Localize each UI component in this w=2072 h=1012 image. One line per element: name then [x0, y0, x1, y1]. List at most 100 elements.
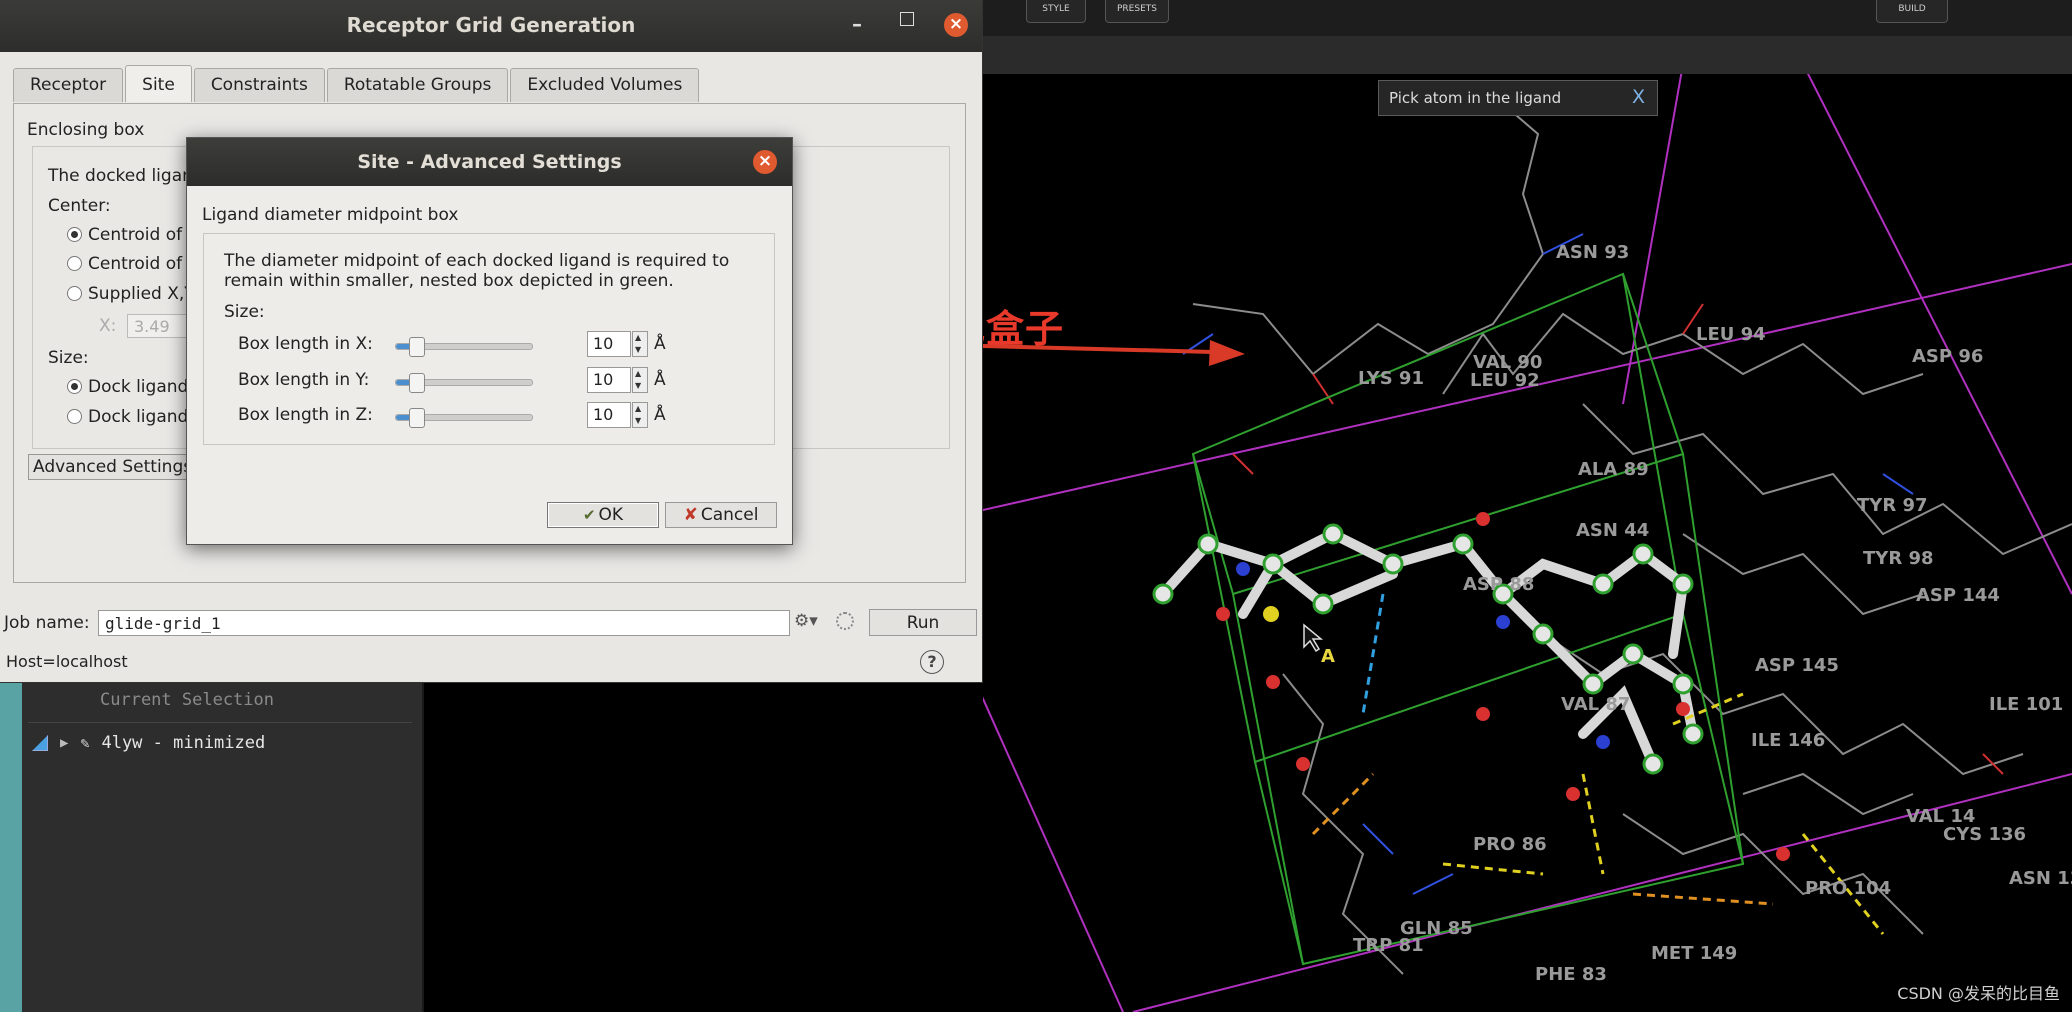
residue-label: LEU 94 [1696, 324, 1766, 345]
unit-label: Å [654, 370, 666, 390]
residue-label: MET 149 [1651, 943, 1737, 964]
box-y-label: Box length in Y: [238, 370, 370, 390]
size-radio-2[interactable] [67, 409, 82, 424]
ribbon-build-button[interactable]: BUILD [1876, 0, 1948, 23]
residue-label: CYS 136 [1943, 824, 2026, 845]
entry-name: 4lyw - minimized [101, 733, 266, 753]
ribbon-presets-button[interactable]: PRESETS [1105, 0, 1169, 23]
molecule-icon: ✎ [80, 734, 90, 752]
box-x-label: Box length in X: [238, 334, 373, 354]
center-radio-3[interactable] [67, 286, 82, 301]
workspace-viewer[interactable]: ASN 93 LEU 94 ASP 96 LYS 91 VAL 90 LEU 9… [983, 74, 2072, 1012]
residue-label: ASP 96 [1912, 346, 1983, 367]
size-radio-1[interactable] [67, 379, 82, 394]
center-option-label: Centroid of [88, 225, 183, 245]
box-z-stepper[interactable]: ▲ ▼ [632, 402, 648, 428]
stepper-up-icon[interactable]: ▲ [635, 369, 641, 378]
enclosing-box-label: Enclosing box [27, 120, 145, 140]
box-y-stepper[interactable]: ▲ ▼ [632, 367, 648, 393]
slider-handle[interactable] [409, 337, 426, 357]
cancel-label: Cancel [700, 505, 759, 525]
entry-row[interactable]: ▶ ✎ 4lyw - minimized [32, 732, 265, 754]
close-icon[interactable]: × [944, 13, 968, 37]
job-name-label: Job name: [4, 613, 90, 633]
slider-row-y: Box length in Y: 10 ▲ ▼ Å [238, 367, 778, 395]
slider-handle[interactable] [409, 373, 426, 393]
residue-label: TYR 98 [1863, 548, 1934, 569]
tab-constraints[interactable]: Constraints [193, 68, 325, 102]
box-y-field[interactable]: 10 [587, 367, 631, 393]
size-label: Size: [48, 348, 89, 368]
box-x-field[interactable]: 10 [587, 331, 631, 357]
ok-button[interactable]: ✔ OK [547, 502, 659, 528]
tab-excluded-volumes[interactable]: Excluded Volumes [510, 68, 700, 102]
dialog-close-icon[interactable]: × [753, 150, 777, 174]
divider [28, 722, 412, 723]
entry-include-checkbox[interactable] [32, 735, 48, 751]
slider-row-z: Box length in Z: 10 ▲ ▼ Å [238, 402, 778, 430]
x-field[interactable]: 3.49 [127, 314, 187, 338]
residue-label: ASN 44 [1576, 520, 1649, 541]
maestro-toolbar [983, 36, 2072, 75]
project-table-panel [22, 676, 424, 1012]
stepper-down-icon[interactable]: ▼ [635, 345, 641, 354]
tab-rotatable-groups[interactable]: Rotatable Groups [326, 68, 509, 102]
description-text: The diameter midpoint of each docked lig… [224, 251, 730, 291]
residue-label: ASN 93 [1556, 242, 1629, 263]
box-x-stepper[interactable]: ▲ ▼ [632, 331, 648, 357]
tab-bar: Receptor Site Constraints Rotatable Grou… [13, 65, 701, 103]
x-icon: ✘ [683, 505, 698, 525]
expand-arrow-icon[interactable]: ▶ [60, 735, 68, 751]
stepper-up-icon[interactable]: ▲ [635, 333, 641, 342]
docked-ligand-text: The docked ligand [48, 166, 204, 186]
ribbon-style-button[interactable]: STYLE [1026, 0, 1086, 23]
help-button[interactable]: ? [920, 650, 944, 674]
cancel-button[interactable]: ✘ Cancel [665, 502, 777, 528]
minimize-icon[interactable]: – [852, 12, 862, 36]
unit-label: Å [654, 334, 666, 354]
box-y-slider[interactable] [395, 373, 533, 393]
residue-label: ASP 88 [1463, 574, 1534, 595]
window-titlebar[interactable]: Receptor Grid Generation – × [0, 0, 982, 52]
center-radio-2[interactable] [67, 256, 82, 271]
residue-label: ILE 101 [1989, 694, 2063, 715]
mouse-cursor-icon [1303, 623, 1324, 653]
atom-label: A [1321, 646, 1335, 667]
pick-close-button[interactable]: X [1632, 86, 1645, 108]
box-z-label: Box length in Z: [238, 405, 373, 425]
center-radio-1[interactable] [67, 227, 82, 242]
advanced-settings-dialog: Site - Advanced Settings × Ligand diamet… [186, 137, 793, 545]
stepper-down-icon[interactable]: ▼ [635, 416, 641, 425]
box-x-slider[interactable] [395, 337, 533, 357]
box-z-slider[interactable] [395, 408, 533, 428]
run-button[interactable]: Run [869, 609, 977, 636]
residue-label: ALA 89 [1578, 459, 1649, 480]
size-option-label: Dock ligand [88, 377, 189, 397]
x-label: X: [99, 316, 117, 336]
slider-handle[interactable] [409, 408, 426, 428]
tab-receptor[interactable]: Receptor [13, 68, 124, 102]
current-selection-label: Current Selection [100, 690, 274, 710]
stepper-down-icon[interactable]: ▼ [635, 381, 641, 390]
watermark: CSDN @发呆的比目鱼 [1897, 984, 2060, 1003]
residue-label: TRP 81 [1353, 935, 1424, 956]
maximize-icon[interactable] [900, 12, 914, 26]
job-name-field[interactable]: glide-grid_1 [98, 610, 790, 636]
residue-label: ILE 146 [1751, 730, 1825, 751]
progress-spinner-icon [836, 612, 854, 630]
size-option-label: Dock ligand [88, 407, 189, 427]
residue-label: VAL 87 [1561, 694, 1630, 715]
size-label: Size: [224, 302, 265, 322]
residue-label: PRO 86 [1473, 834, 1547, 855]
residue-label: ASN 13 [2009, 868, 2072, 889]
advanced-settings-button[interactable]: Advanced Settings [28, 454, 198, 480]
gear-icon[interactable]: ⚙▾ [794, 611, 818, 631]
stepper-up-icon[interactable]: ▲ [635, 404, 641, 413]
dialog-titlebar[interactable]: Site - Advanced Settings × [187, 138, 792, 186]
tab-site[interactable]: Site [125, 65, 192, 102]
box-z-field[interactable]: 10 [587, 402, 631, 428]
center-option-label: Centroid of [88, 254, 183, 274]
group-label: Ligand diameter midpoint box [202, 205, 459, 225]
slider-row-x: Box length in X: 10 ▲ ▼ Å [238, 331, 778, 359]
center-label: Center: [48, 196, 111, 216]
